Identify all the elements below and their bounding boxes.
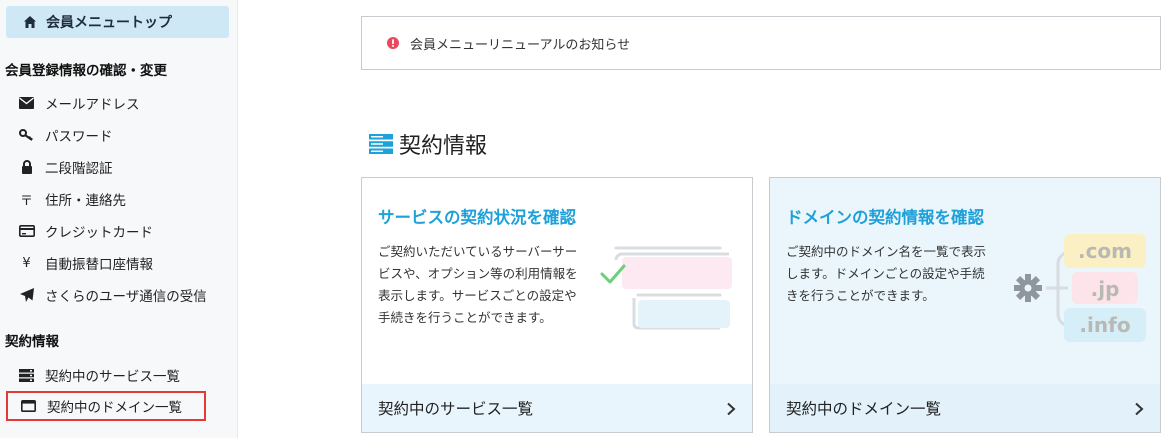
sidebar-item-label: クレジットカード <box>45 225 153 241</box>
chevron-right-icon <box>726 401 736 416</box>
sidebar-item-label: 自動振替口座情報 <box>45 257 153 273</box>
yen-icon: ¥ <box>22 255 31 271</box>
domain-jp-label: .jp <box>1091 277 1120 301</box>
sidebar: 会員メニュートップ 会員登録情報の確認・変更 メールアドレス パスワード 二段階… <box>0 0 238 438</box>
service-list-link[interactable]: 契約中のサービス一覧 <box>362 384 752 432</box>
section-title-text: 契約情報 <box>399 134 488 159</box>
sidebar-item-label: 住所・連絡先 <box>45 193 126 209</box>
domain-info-label: .info <box>1079 313 1130 337</box>
sidebar-item-bank-account[interactable]: ¥ 自動振替口座情報 <box>18 251 153 275</box>
sidebar-item-label: メールアドレス <box>45 97 140 113</box>
domain-list-link[interactable]: 契約中のドメイン一覧 <box>770 384 1160 432</box>
card-title: ドメインの契約情報を確認 <box>786 208 984 227</box>
postal-mark-icon: 〒 <box>19 193 33 209</box>
service-list-illustration <box>600 246 732 330</box>
credit-card-icon <box>18 224 35 238</box>
sidebar-item-address[interactable]: 〒 住所・連絡先 <box>18 187 126 211</box>
domain-contract-card[interactable]: ドメインの契約情報を確認 ご契約中のドメイン名を一覧で表示します。ドメインごとの… <box>769 177 1161 433</box>
home-icon <box>23 15 37 29</box>
sidebar-item-two-step[interactable]: 二段階認証 <box>18 155 113 179</box>
server-icon <box>369 134 393 154</box>
card-description: ご契約いただいているサーバーサービスや、オプション等の利用情報を表示します。サー… <box>378 244 578 325</box>
sidebar-heading-account: 会員登録情報の確認・変更 <box>5 63 167 79</box>
sidebar-item-label: 契約中のドメイン一覧 <box>47 400 182 416</box>
sidebar-item-label: パスワード <box>45 129 113 145</box>
sidebar-item-newsletter[interactable]: さくらのユーザ通信の受信 <box>18 283 207 307</box>
renewal-notice[interactable]: 会員メニューリニューアルのお知らせ <box>361 16 1161 70</box>
envelope-icon <box>18 96 35 110</box>
card-footer-label: 契約中のドメイン一覧 <box>786 400 942 418</box>
key-icon <box>18 128 35 142</box>
server-icon <box>18 368 35 382</box>
sidebar-item-credit-card[interactable]: クレジットカード <box>18 219 153 243</box>
chevron-right-icon <box>1134 401 1144 416</box>
card-title: サービスの契約状況を確認 <box>378 208 576 227</box>
exclamation-circle-icon <box>387 37 399 49</box>
notice-text: 会員メニューリニューアルのお知らせ <box>410 37 631 53</box>
sidebar-item-label: 二段階認証 <box>45 161 113 177</box>
paper-plane-icon <box>18 288 35 302</box>
window-icon <box>20 399 37 413</box>
sidebar-item-member-top[interactable]: 会員メニュートップ <box>6 6 229 38</box>
sidebar-item-password[interactable]: パスワード <box>18 123 113 147</box>
sidebar-item-service-list[interactable]: 契約中のサービス一覧 <box>18 363 180 387</box>
lock-icon <box>18 160 35 174</box>
card-footer-label: 契約中のサービス一覧 <box>378 400 534 418</box>
sidebar-item-label: 会員メニュートップ <box>46 15 172 31</box>
domain-list-illustration: .com .jp .info <box>1014 234 1146 342</box>
sidebar-item-email[interactable]: メールアドレス <box>18 91 140 115</box>
sidebar-item-domain-list[interactable]: 契約中のドメイン一覧 <box>6 391 206 421</box>
service-contract-card[interactable]: サービスの契約状況を確認 ご契約いただいているサーバーサービスや、オプション等の… <box>361 177 753 433</box>
card-description: ご契約中のドメイン名を一覧で表示します。ドメインごとの設定や手続きを行うことがで… <box>786 244 987 303</box>
sidebar-item-label: 契約中のサービス一覧 <box>45 369 180 385</box>
sidebar-item-label: さくらのユーザ通信の受信 <box>45 289 207 305</box>
section-title-contract: 契約情報 <box>369 128 487 160</box>
sidebar-heading-contract: 契約情報 <box>5 334 59 350</box>
domain-com-label: .com <box>1078 239 1132 263</box>
